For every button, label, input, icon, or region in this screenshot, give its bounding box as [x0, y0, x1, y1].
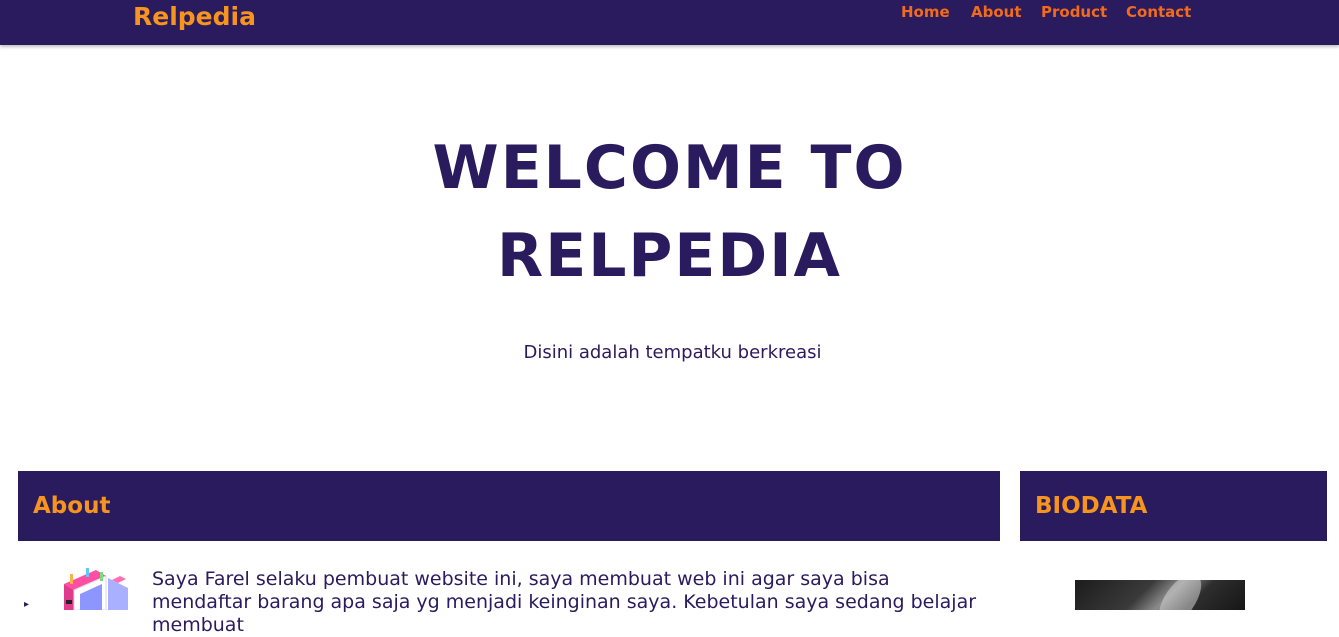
about-illustration	[56, 564, 148, 610]
about-heading: About	[33, 493, 111, 519]
biodata-section-header: BIODATA	[1020, 471, 1327, 541]
nav-link-product[interactable]: Product	[1041, 2, 1107, 22]
about-section-header: About	[18, 471, 1000, 541]
nav-link-contact[interactable]: Contact	[1126, 2, 1191, 22]
isometric-shop-illustration	[64, 568, 128, 610]
nav-link-home[interactable]: Home	[901, 2, 950, 22]
about-description: Saya Farel selaku pembuat website ini, s…	[152, 568, 977, 636]
hero-subtitle: Disini adalah tempatku berkreasi	[523, 342, 822, 363]
bullet-marker: ▸	[24, 599, 30, 610]
nav-links: Home About Product Contact	[0, 0, 1339, 24]
hero-title-line-1: WELCOME TO	[432, 133, 907, 203]
hero-title: WELCOME TO RELPEDIA	[0, 124, 1339, 300]
biodata-photo	[1075, 580, 1245, 610]
top-navbar: Relpedia Home About Product Contact	[0, 0, 1339, 45]
hero-title-line-2: RELPEDIA	[497, 221, 842, 291]
biodata-heading: BIODATA	[1035, 493, 1148, 519]
nav-link-about[interactable]: About	[971, 2, 1022, 22]
